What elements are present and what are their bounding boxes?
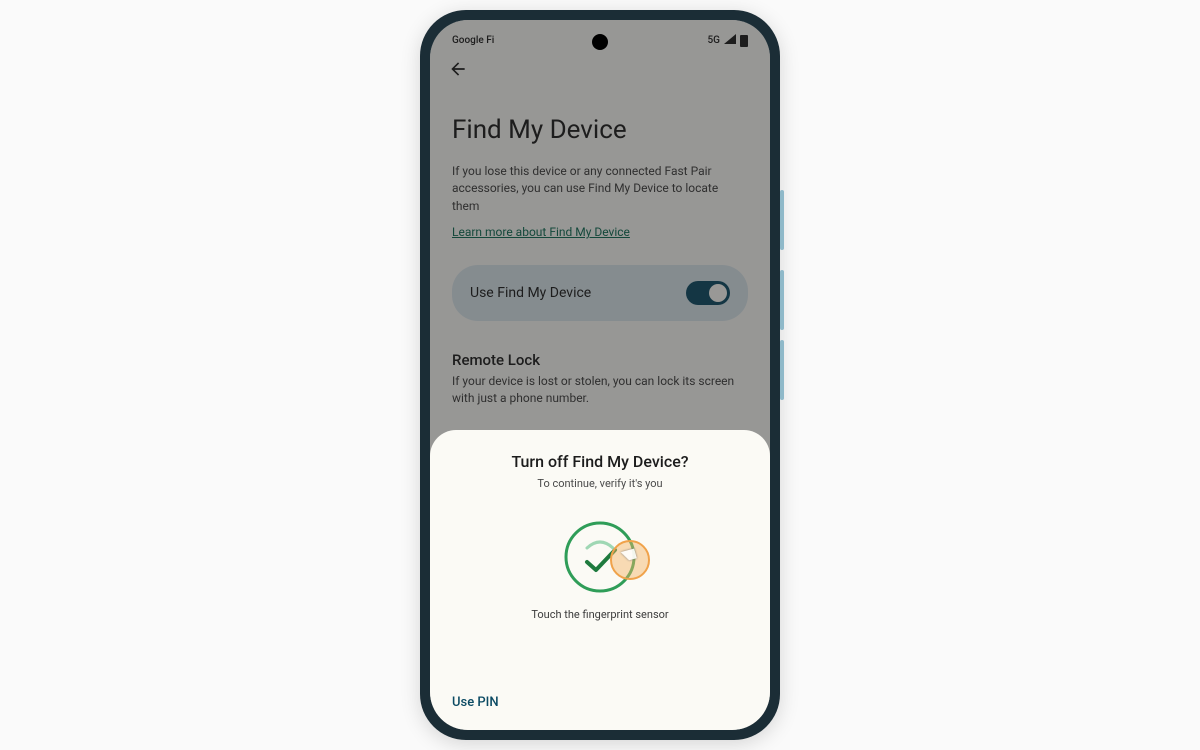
phone-frame: Google Fi 5G Find My Device If you lose … [420, 10, 780, 740]
fingerprint-graphic [450, 518, 750, 596]
confirm-sheet: Turn off Find My Device? To continue, ve… [430, 430, 770, 730]
sheet-footer: Use PIN [450, 689, 750, 716]
sheet-title: Turn off Find My Device? [450, 452, 750, 471]
fingerprint-icon [561, 518, 639, 596]
sheet-subtitle: To continue, verify it's you [450, 477, 750, 490]
camera-hole [592, 34, 608, 50]
screen: Google Fi 5G Find My Device If you lose … [430, 20, 770, 730]
fingerprint-instruction: Touch the fingerprint sensor [450, 608, 750, 621]
use-pin-button[interactable]: Use PIN [450, 689, 501, 716]
